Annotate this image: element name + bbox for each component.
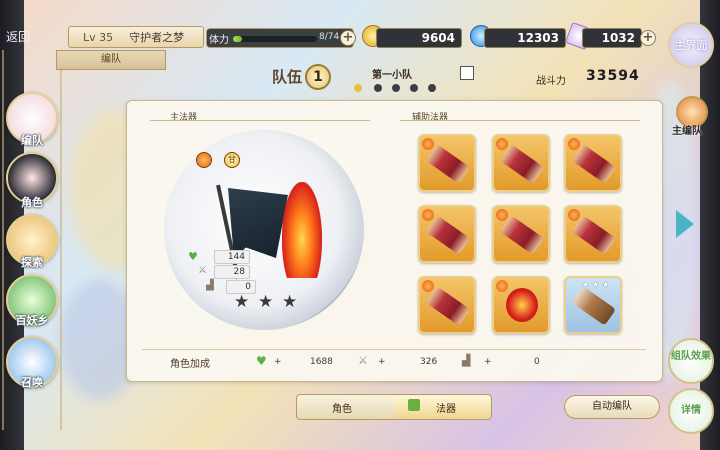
team-dot-3[interactable] <box>392 84 400 92</box>
star-3: ★ <box>282 292 298 312</box>
sidebar-label-explore: 探索 <box>21 256 43 269</box>
sword-icon: ⚔ <box>198 265 207 276</box>
artifact-type-badge: 甘 <box>224 152 240 168</box>
bonus-def-value: 0 <box>534 357 540 367</box>
stat-hp: 144 <box>214 250 250 264</box>
power-value: 33594 <box>586 68 640 84</box>
star-1: ★ <box>234 292 250 312</box>
aux-slot-2[interactable] <box>492 134 550 192</box>
bonus-plus-2: + <box>378 357 386 367</box>
sidebar-label-summon: 召唤 <box>21 376 43 389</box>
aux-slot-6[interactable] <box>564 205 622 263</box>
team-dot-2[interactable] <box>374 84 382 92</box>
artifact-flame <box>282 182 322 278</box>
main-team-label: 主编队 <box>672 126 702 137</box>
team-dot-4[interactable] <box>410 84 418 92</box>
bonus-label: 角色加成 <box>170 359 210 370</box>
bonus-plus-1: + <box>274 357 282 367</box>
heart-icon: ♥ <box>188 250 198 263</box>
detail-button[interactable]: 详情 <box>668 388 714 434</box>
tab-artifact[interactable]: 法器 <box>436 400 456 415</box>
auto-team-button[interactable]: 自动编队 <box>564 395 660 419</box>
boot-icon: ▟ <box>206 280 214 291</box>
next-arrow-icon[interactable] <box>676 210 694 238</box>
crystal-value: 1032 <box>582 28 642 48</box>
stamina-fill <box>233 36 243 42</box>
add-crystal-button[interactable]: + <box>640 30 656 46</box>
team-effect-button[interactable]: 组队效果 <box>668 338 714 384</box>
aux-artifact-title: 辅助法器 <box>412 113 449 123</box>
stamina-label: 体力 <box>209 35 229 46</box>
bonus-plus-3: + <box>484 357 492 367</box>
back-button[interactable]: 返回 <box>6 28 30 45</box>
aux-slot-8[interactable] <box>492 276 550 334</box>
team-name: 第一小队 <box>372 70 412 81</box>
player-info: Lv 35 守护者之梦 <box>68 26 204 48</box>
bonus-sword-icon: ⚔ <box>358 354 368 367</box>
bonus-boot-icon: ▟ <box>462 354 471 367</box>
subtab-formation: 编队 <box>56 50 166 70</box>
artifact-rarity-badge <box>196 152 212 168</box>
team-dot-1[interactable] <box>354 84 362 92</box>
power-label: 战斗力 <box>536 76 566 87</box>
aux-slot-5[interactable] <box>492 205 550 263</box>
aux-slot-9[interactable]: ★ ★ ★ <box>564 276 622 334</box>
stat-atk: 28 <box>214 265 250 279</box>
stamina-value: 8/74 <box>319 32 340 42</box>
team-number-button[interactable]: 1 <box>305 64 331 90</box>
main-artifact-title: 主法器 <box>170 113 198 123</box>
player-name: 守护者之梦 <box>129 31 185 44</box>
main-page-button[interactable]: 主界面 <box>668 22 714 68</box>
sidebar-label-character: 角色 <box>21 196 43 209</box>
bonus-heart-icon: ♥ <box>256 354 267 368</box>
jade-value: 12303 <box>484 28 566 48</box>
sidebar-label-village: 百妖乡 <box>15 314 49 327</box>
tab-role[interactable]: 角色 <box>332 400 352 415</box>
gold-value: 9604 <box>376 28 462 48</box>
star-2: ★ <box>258 292 274 312</box>
aux-slot-7[interactable] <box>418 276 476 334</box>
team-label: 队伍 <box>272 68 303 86</box>
sidebar-label-formation: 编队 <box>21 134 43 147</box>
team-dot-5[interactable] <box>428 84 436 92</box>
add-stamina-button[interactable]: + <box>340 30 356 46</box>
bonus-hp-value: 1688 <box>310 357 333 367</box>
aux-slot-1[interactable] <box>418 134 476 192</box>
aux-slot-4[interactable] <box>418 205 476 263</box>
artifact-tab-icon <box>408 399 420 411</box>
stamina-bar: 体力 8/74 <box>206 28 354 48</box>
rename-icon[interactable] <box>460 66 474 80</box>
bonus-atk-value: 326 <box>420 357 438 367</box>
level-label: Lv 35 <box>83 30 114 44</box>
aux-slot-3[interactable] <box>564 134 622 192</box>
